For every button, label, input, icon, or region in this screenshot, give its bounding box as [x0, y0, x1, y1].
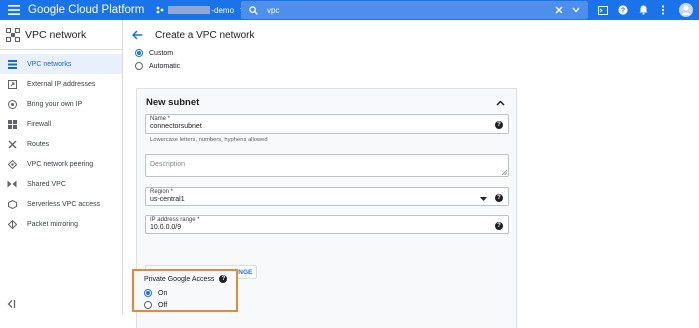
private-google-access-section: Private Google Access ? On Off	[132, 269, 238, 312]
page-title: Create a VPC network	[155, 30, 255, 41]
ip-range-field[interactable]: IP address range * 10.0.0.0/9 ?	[145, 215, 509, 234]
top-bar: Google Cloud Platform -demo vpc ?	[0, 0, 699, 20]
sidebar-item-label: Bring your own IP	[27, 101, 82, 108]
region-label: Region *	[150, 189, 173, 195]
subnet-card-title: New subnet	[146, 97, 199, 108]
sidebar-item-external-ip[interactable]: External IP addresses	[0, 74, 122, 94]
collapse-sidebar-icon[interactable]	[6, 299, 16, 309]
byoip-icon	[6, 98, 18, 110]
project-selector[interactable]: -demo	[156, 6, 247, 15]
radio-on[interactable]	[144, 289, 152, 297]
dropdown-arrow-icon[interactable]	[480, 197, 487, 201]
name-hint: Lowercase letters, numbers, hyphens allo…	[150, 137, 268, 143]
menu-icon[interactable]	[4, 0, 24, 20]
sidebar-item-label: VPC networks	[27, 61, 71, 68]
sidebar-title: VPC network	[25, 29, 86, 41]
cloud-shell-icon[interactable]	[593, 0, 613, 20]
subnet-mode-automatic[interactable]: Automatic	[135, 60, 180, 72]
peering-icon	[6, 158, 18, 170]
sidebar-item-label: Routes	[27, 141, 49, 148]
ip-range-input[interactable]: 10.0.0.0/9	[150, 224, 181, 231]
description-input[interactable]: Description	[150, 161, 185, 168]
clear-search-icon[interactable]	[555, 6, 563, 14]
radio-automatic[interactable]	[135, 62, 143, 70]
help-icon[interactable]: ?	[613, 0, 633, 20]
packet-mirroring-icon	[6, 218, 18, 230]
more-options-icon[interactable]	[653, 0, 673, 20]
sidebar-item-label: Packet mirroring	[27, 221, 78, 228]
shared-vpc-icon	[6, 178, 18, 190]
region-select[interactable]: us-central1	[150, 196, 185, 203]
notifications-icon[interactable]	[633, 0, 653, 20]
collapse-section-icon[interactable]	[496, 100, 505, 106]
serverless-icon	[6, 198, 18, 210]
name-field[interactable]: Name * connectorsubnet ?	[145, 114, 509, 134]
resize-handle-icon[interactable]	[502, 170, 507, 175]
radio-label: Off	[158, 302, 167, 309]
subnet-mode-group: Custom Automatic	[135, 47, 180, 72]
sidebar-item-serverless-vpc[interactable]: Serverless VPC access	[0, 194, 122, 214]
vpc-networks-icon	[6, 58, 18, 70]
vpc-network-icon	[6, 28, 20, 42]
back-arrow-icon[interactable]	[132, 30, 143, 40]
sidebar-item-firewall[interactable]: Firewall	[0, 114, 122, 134]
private-google-access-title: Private Google Access ?	[144, 275, 227, 283]
private-google-access-off[interactable]: Off	[144, 299, 167, 311]
radio-label: Automatic	[149, 63, 180, 70]
sidebar-header: VPC network	[0, 20, 122, 50]
sidebar-item-bring-your-own-ip[interactable]: Bring your own IP	[0, 94, 122, 114]
help-icon[interactable]: ?	[219, 275, 227, 283]
project-name-redacted	[168, 6, 210, 14]
project-icon	[156, 6, 164, 14]
sidebar-item-label: Shared VPC	[27, 181, 66, 188]
external-ip-icon	[6, 78, 18, 90]
help-icon[interactable]: ?	[495, 222, 503, 230]
description-field[interactable]: Description	[145, 154, 509, 177]
sidebar-item-label: Serverless VPC access	[27, 201, 100, 208]
firewall-icon	[6, 118, 18, 130]
radio-label: Custom	[149, 50, 173, 57]
expand-search-icon[interactable]	[572, 7, 580, 13]
svg-text:?: ?	[621, 7, 625, 14]
avatar[interactable]	[673, 0, 699, 20]
name-input[interactable]: connectorsubnet	[150, 123, 202, 130]
sidebar-item-vpc-peering[interactable]: VPC network peering	[0, 154, 122, 174]
brand-title[interactable]: Google Cloud Platform	[28, 4, 144, 16]
radio-label: On	[158, 290, 167, 297]
radio-custom[interactable]	[135, 49, 143, 57]
subnet-mode-custom[interactable]: Custom	[135, 47, 180, 59]
name-label: Name *	[150, 116, 170, 122]
search-bar[interactable]: vpc	[241, 1, 588, 19]
region-field[interactable]: Region * us-central1 ?	[145, 187, 509, 206]
private-google-access-label: Private Google Access	[144, 276, 214, 283]
private-google-access-on[interactable]: On	[144, 287, 167, 299]
sidebar-item-shared-vpc[interactable]: Shared VPC	[0, 174, 122, 194]
search-input[interactable]: vpc	[267, 6, 279, 15]
top-actions: ?	[593, 0, 699, 20]
help-icon[interactable]: ?	[495, 121, 503, 129]
search-icon	[249, 6, 258, 15]
help-icon[interactable]: ?	[495, 194, 503, 202]
sidebar-item-label: External IP addresses	[27, 81, 95, 88]
radio-off[interactable]	[144, 301, 152, 309]
sidebar-item-vpc-networks[interactable]: VPC networks	[0, 54, 122, 74]
project-name: -demo	[211, 6, 234, 15]
sidebar: VPC network VPC networks External IP add…	[0, 20, 123, 315]
sidebar-item-routes[interactable]: Routes	[0, 134, 122, 154]
sidebar-item-packet-mirroring[interactable]: Packet mirroring	[0, 214, 122, 234]
sidebar-item-label: Firewall	[27, 121, 51, 128]
ip-range-label: IP address range *	[150, 217, 200, 223]
sidebar-item-label: VPC network peering	[27, 161, 93, 168]
routes-icon	[6, 138, 18, 150]
main-content: Create a VPC network Custom Automatic Ne…	[124, 20, 699, 315]
page-header: Create a VPC network	[124, 20, 699, 50]
